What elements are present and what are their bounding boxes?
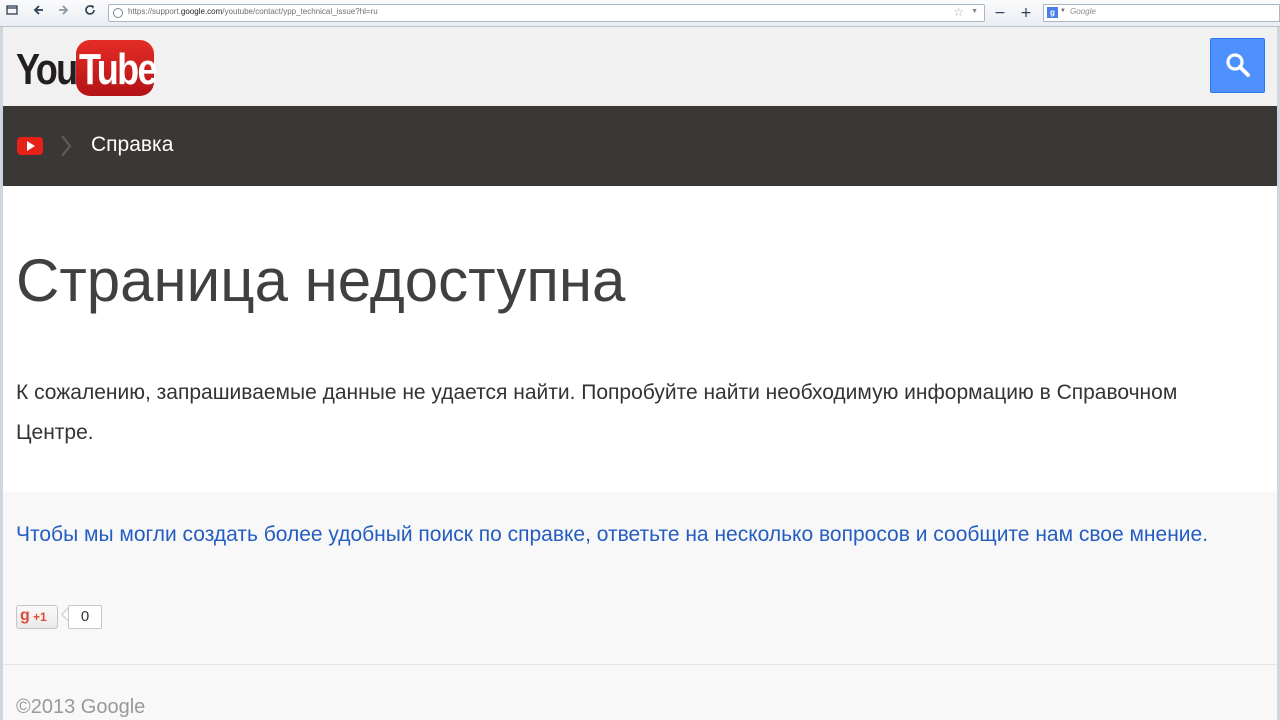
browser-toolbar: https://support.google.com/youtube/conta… [0, 0, 1280, 27]
logo-text-tube: Tube [79, 45, 158, 94]
reload-icon[interactable] [81, 4, 99, 22]
search-button[interactable] [1210, 38, 1265, 93]
footer: ©2013 Google [3, 665, 1277, 720]
chevron-right-icon [61, 135, 72, 157]
logo-text-you: You [16, 45, 78, 94]
copyright-text: ©2013 Google [16, 696, 146, 718]
error-message: К сожалению, запрашиваемые данные не уда… [16, 381, 1178, 444]
window-menu-icon[interactable] [3, 4, 21, 22]
forward-icon[interactable] [55, 4, 73, 22]
browser-search-bar[interactable]: g ▼ Google [1043, 4, 1280, 22]
feedback-survey-link[interactable]: Чтобы мы могли создать более удобный пои… [16, 515, 1256, 555]
chevron-down-icon[interactable]: ▼ [1060, 8, 1066, 14]
browser-search-placeholder: Google [1070, 7, 1096, 16]
back-icon[interactable] [29, 4, 47, 22]
chevron-down-icon[interactable]: ▼ [971, 8, 978, 15]
bookmark-star-icon[interactable]: ☆ [953, 5, 964, 19]
google-plus-one-button[interactable]: g +1 [16, 605, 58, 629]
breadcrumb: Справка [3, 106, 1277, 186]
zoom-in-button[interactable]: + [1017, 4, 1035, 22]
youtube-play-icon[interactable] [17, 137, 43, 155]
plus-one-count: 0 [68, 605, 102, 629]
google-plus-icon: g [20, 607, 30, 624]
page-title: Страница недоступна [16, 247, 626, 314]
feedback-section: Чтобы мы могли создать более удобный пои… [3, 492, 1277, 665]
google-engine-icon[interactable]: g [1047, 7, 1058, 18]
globe-icon [113, 8, 123, 18]
address-bar-url: https://support.google.com/youtube/conta… [128, 7, 378, 16]
address-bar[interactable]: https://support.google.com/youtube/conta… [108, 4, 985, 22]
plus-one-label: +1 [33, 610, 47, 624]
breadcrumb-help-link[interactable]: Справка [91, 133, 173, 157]
youtube-header: You Tube [3, 27, 1277, 106]
search-icon [1226, 53, 1250, 77]
zoom-out-button[interactable]: − [991, 4, 1009, 22]
